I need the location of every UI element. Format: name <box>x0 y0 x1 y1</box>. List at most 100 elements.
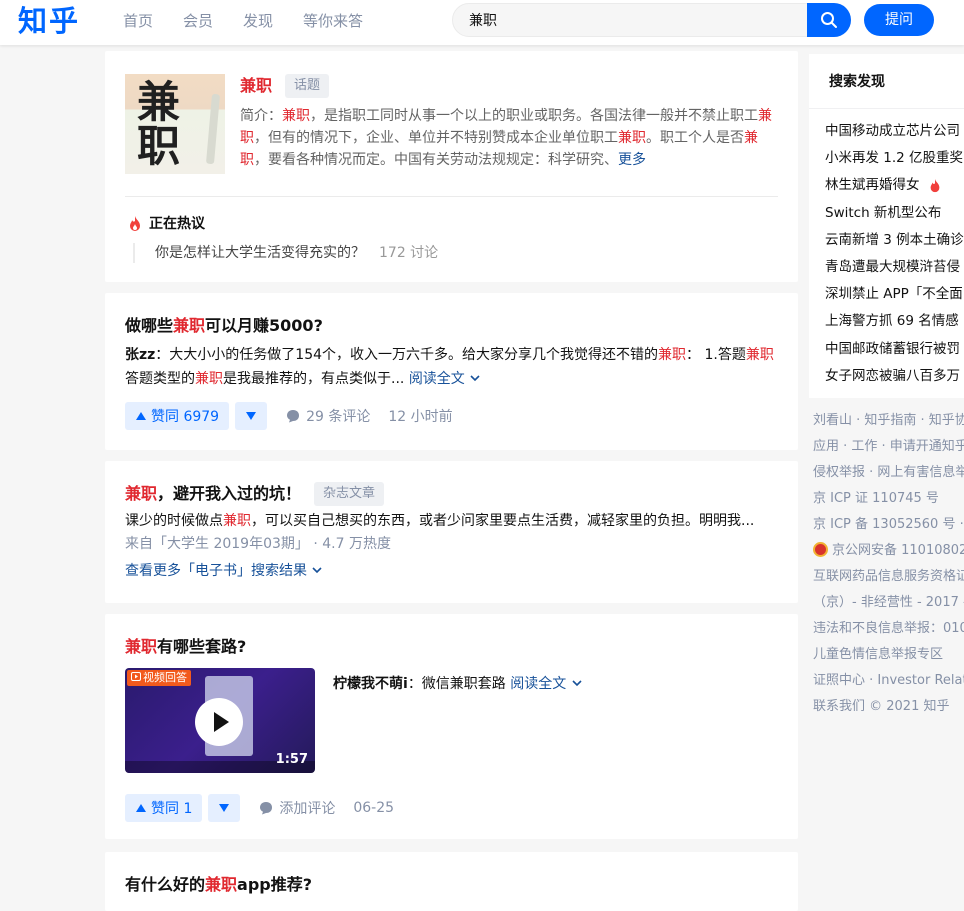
hot-discussion-label: 正在热议 <box>149 216 205 232</box>
search-discovery-item[interactable]: 青岛遭最大规模浒苔侵 <box>825 254 964 281</box>
search-discovery-item[interactable]: 小米再发 1.2 亿股重奖 <box>825 145 964 172</box>
answer-card: 兼职有哪些套路? 视频回答 1:57 柠檬我不萌i：微信兼职套路 阅读全文 赞同… <box>105 614 798 839</box>
footer-line-label: （京）- 非经营性 - 2017 - <box>813 595 964 610</box>
text-run: 简介： <box>240 108 282 124</box>
text-run: ：大大小小的任务做了154个，收入一万六千多。给大家分享几个我觉得还不错的 <box>155 347 659 363</box>
nav-explore[interactable]: 发现 <box>243 0 273 45</box>
topic-image[interactable]: 兼 职 <box>125 74 225 174</box>
footer-line[interactable]: 京公网安备 11010802 <box>813 538 964 564</box>
text-run: 做哪些 <box>125 316 174 335</box>
read-all-link[interactable]: 阅读全文 <box>409 371 481 387</box>
search-discovery-item[interactable]: 中国邮政储蓄银行被罚 <box>825 336 964 363</box>
more-ebook-results-link[interactable]: 查看更多「电子书」搜索结果 <box>125 559 323 583</box>
triangle-up-icon <box>136 804 146 812</box>
footer-line[interactable]: 侵权举报 · 网上有害信息举 <box>813 460 964 486</box>
footer-line[interactable]: 刘看山 · 知乎指南 · 知乎协 <box>813 408 964 434</box>
search-discovery-item-label: 中国移动成立芯片公司 <box>825 123 960 139</box>
play-icon[interactable] <box>195 698 243 746</box>
footer-line[interactable]: 京 ICP 证 110745 号 <box>813 486 964 512</box>
search-discovery-item[interactable]: Switch 新机型公布 <box>825 200 964 227</box>
upvote-button[interactable]: 赞同 1 <box>125 794 203 822</box>
divider <box>809 108 964 109</box>
hot-question[interactable]: 你是怎样让大学生活变得充实的？ 172 讨论 <box>133 243 438 263</box>
footer-line-label: 违法和不良信息举报：010 <box>813 621 964 636</box>
article-title[interactable]: 兼职，避开我入过的坑！ <box>125 482 301 506</box>
upvote-count: 赞同 1 <box>151 801 193 817</box>
footer-line[interactable]: 应用 · 工作 · 申请开通知乎 <box>813 434 964 460</box>
comments-label: 添加评论 <box>279 801 336 817</box>
topic-title[interactable]: 兼职 <box>240 75 272 97</box>
comments-button[interactable]: 29 条评论 <box>285 406 370 426</box>
answer-author[interactable]: 柠檬我不萌i <box>333 676 408 692</box>
answer-author[interactable]: 张zz <box>125 347 155 363</box>
chevron-down-icon <box>572 680 582 687</box>
flame-icon <box>130 216 140 231</box>
footer-line-label: 京公网安备 11010802 <box>832 543 964 558</box>
footer-line[interactable]: 儿童色情信息举报专区 <box>813 642 964 668</box>
footer-line-label: 证照中心 · Investor Relat <box>813 673 964 688</box>
text-run: ，但有的情况下，企业、单位并不特别赞成本企业单位职工 <box>254 130 618 146</box>
downvote-button[interactable] <box>235 402 268 430</box>
answer-excerpt[interactable]: 柠檬我不萌i：微信兼职套路 阅读全文 <box>333 672 773 696</box>
search-discovery-item-label: 中国邮政储蓄银行被罚 <box>825 340 960 357</box>
question-title[interactable]: 有什么好的兼职app推荐? <box>125 873 312 897</box>
text-run: ，可以买自己想买的东西，或者少问家里要点生活费，减轻家里的负担。明明我... <box>251 513 755 529</box>
upvote-button[interactable]: 赞同 6979 <box>125 402 230 430</box>
nav-waiting[interactable]: 等你来答 <box>303 0 363 45</box>
site-footer: 刘看山 · 知乎指南 · 知乎协 应用 · 工作 · 申请开通知乎侵权举报 · 网… <box>813 408 964 720</box>
footer-line[interactable]: （京）- 非经营性 - 2017 - <box>813 590 964 616</box>
topic-more-link[interactable]: 更多 <box>618 152 646 168</box>
ask-button[interactable]: 提问 <box>864 4 934 36</box>
article-card: 兼职，避开我入过的坑！ 杂志文章 课少的时候做点兼职，可以买自己想买的东西，或者… <box>105 461 798 603</box>
read-all-link[interactable]: 阅读全文 <box>510 676 582 692</box>
text-run: ，是指职工同时从事一个以上的职业或职务。各国法律一般并不禁止职工 <box>310 108 758 124</box>
search-discovery-item[interactable]: 林生斌再婚得女 <box>825 172 964 199</box>
search-icon <box>821 12 837 28</box>
highlight-keyword: 兼职 <box>658 347 687 363</box>
footer-line[interactable]: 联系我们 © 2021 知乎 <box>813 694 964 720</box>
search-discovery-item-label: 女子网恋被骗八百多万 <box>825 367 960 384</box>
text-run: 有哪些套路? <box>157 637 247 656</box>
footer-line[interactable]: 违法和不良信息举报：010 <box>813 616 964 642</box>
video-thumbnail[interactable]: 视频回答 1:57 <box>125 668 315 773</box>
question-title[interactable]: 兼职有哪些套路? <box>125 635 246 659</box>
comments-button[interactable]: 添加评论 <box>258 798 335 818</box>
read-all-label: 阅读全文 <box>408 371 465 387</box>
footer-line[interactable]: 互联网药品信息服务资格证 <box>813 564 964 590</box>
answer-excerpt[interactable]: 张zz：大大小小的任务做了154个，收入一万六千多。给大家分享几个我觉得还不错的… <box>125 343 780 391</box>
footer-line-label: 互联网药品信息服务资格证 <box>813 569 964 584</box>
nav-vip[interactable]: 会员 <box>183 0 213 45</box>
main-nav: 首页 会员 发现 等你来答 <box>123 0 393 45</box>
divider <box>125 196 778 197</box>
article-excerpt[interactable]: 课少的时候做点兼职，可以买自己想买的东西，或者少问家里要点生活费，减轻家里的负担… <box>125 509 780 533</box>
top-bar: 知乎 首页 会员 发现 等你来答 提问 <box>0 0 964 45</box>
text-run: ，要看各种情况而定。中国有关劳动法规规定：科学研究、 <box>254 152 618 168</box>
nav-home[interactable]: 首页 <box>123 0 153 45</box>
search-discovery-item[interactable]: 深圳禁止 APP「不全面 <box>825 281 964 308</box>
search-input[interactable] <box>469 4 799 36</box>
search-discovery-item[interactable]: 中国移动成立芯片公司 <box>825 118 964 145</box>
search-discovery-item[interactable]: 上海警方抓 69 名情感 <box>825 308 964 335</box>
chevron-down-icon <box>470 375 480 382</box>
hot-question-text[interactable]: 你是怎样让大学生活变得充实的？ <box>155 245 365 261</box>
search-discovery-item[interactable]: 女子网恋被骗八百多万 <box>825 363 964 390</box>
topic-card: 兼 职 兼职 话题 简介：兼职，是指职工同时从事一个以上的职业或职务。各国法律一… <box>105 51 798 282</box>
text-run: ，避开我入过的坑！ <box>157 484 302 503</box>
highlight-keyword: 兼职 <box>745 347 774 363</box>
question-title[interactable]: 做哪些兼职可以月赚5000? <box>125 314 323 338</box>
search-discovery-item[interactable]: 云南新增 3 例本土确诊 <box>825 227 964 254</box>
search-discovery-item-label: 云南新增 3 例本土确诊 <box>825 231 964 248</box>
zhihu-logo[interactable]: 知乎 <box>18 2 80 40</box>
footer-line-label: 侵权举报 · 网上有害信息举 <box>813 465 964 480</box>
search-button[interactable] <box>807 3 851 37</box>
search-discovery-panel: 搜索发现 中国移动成立芯片公司 小米再发 1.2 亿股重奖 林生斌再婚得女 Switc… <box>809 54 964 398</box>
article-tag: 杂志文章 <box>314 482 385 506</box>
footer-line-label: 京 ICP 证 110745 号 <box>813 491 939 506</box>
downvote-button[interactable] <box>208 794 241 822</box>
text-run: 有什么好的 <box>125 875 206 894</box>
footer-line-label: 联系我们 © 2021 知乎 <box>813 699 950 714</box>
topic-image-char-1: 兼 <box>137 78 180 128</box>
text-run: app推荐? <box>237 875 313 894</box>
footer-line[interactable]: 证照中心 · Investor Relat <box>813 668 964 694</box>
footer-line[interactable]: 京 ICP 备 13052560 号 · <box>813 512 964 538</box>
